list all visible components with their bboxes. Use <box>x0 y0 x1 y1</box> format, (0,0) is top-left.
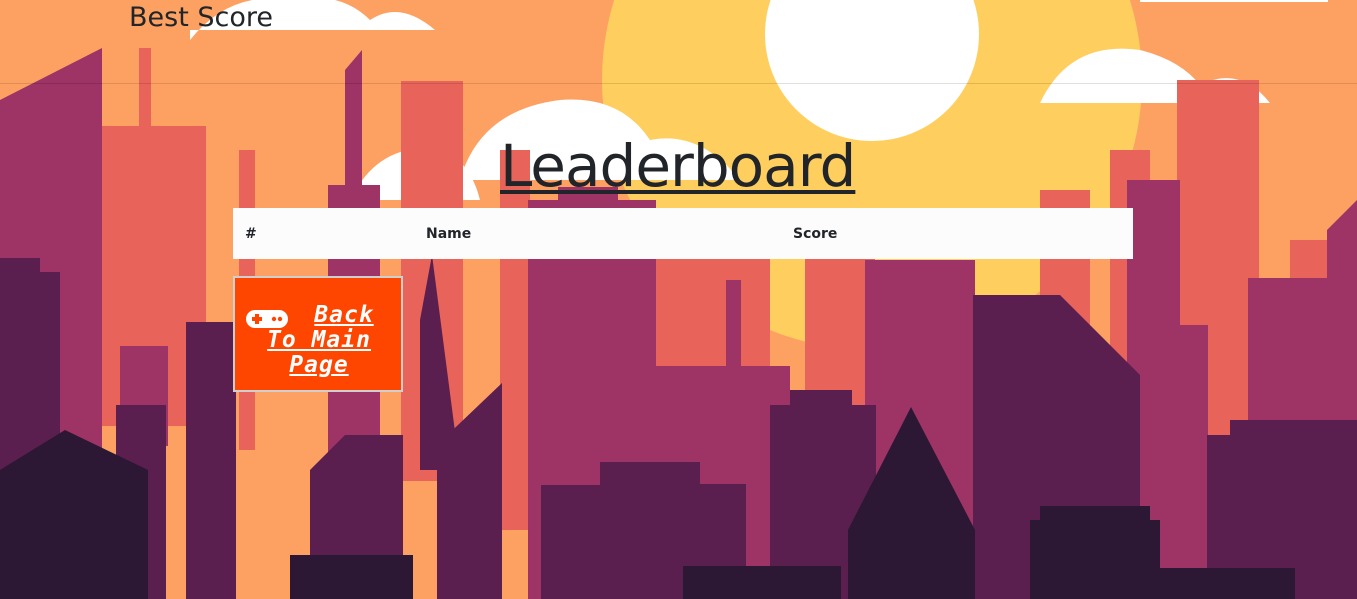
back-button-label: Back To Main Page <box>267 302 374 378</box>
page-title: Leaderboard <box>500 132 856 200</box>
back-to-main-page-button[interactable]: Back To Main Page <box>233 276 403 392</box>
header-divider <box>0 83 1357 84</box>
top-right-divider <box>1140 0 1328 2</box>
table-header-row: # Name Score <box>233 208 1133 259</box>
column-header-name: Name <box>426 225 472 242</box>
leaderboard-table: # Name Score <box>233 208 1133 259</box>
best-score-heading: Best Score <box>129 2 273 33</box>
column-header-rank: # <box>245 225 257 242</box>
column-header-score: Score <box>793 225 838 242</box>
city-skyline-background <box>0 0 1357 599</box>
